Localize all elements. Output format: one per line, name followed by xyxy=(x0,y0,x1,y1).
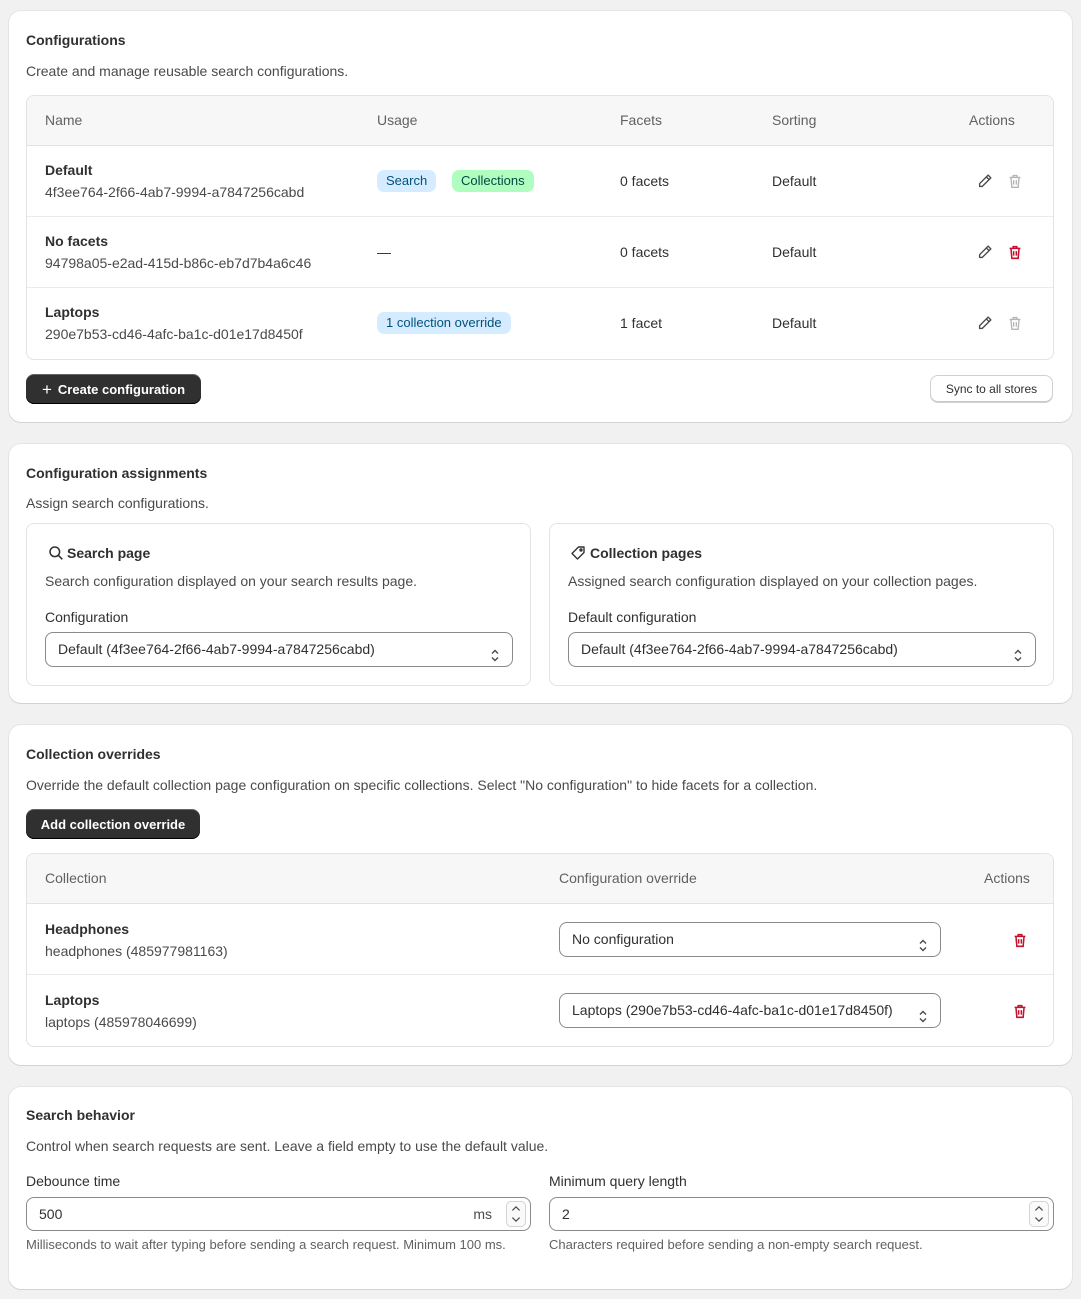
collection-handle: laptops (485978046699) xyxy=(45,1014,197,1030)
configurations-table: Name Usage Facets Sorting Actions Defaul… xyxy=(26,95,1054,360)
facets-count: 0 facets xyxy=(620,244,670,260)
column-header-usage: Usage xyxy=(377,112,418,128)
chevron-up-down-icon xyxy=(1013,642,1023,662)
edit-icon[interactable] xyxy=(976,243,994,261)
column-header-sorting: Sorting xyxy=(772,112,817,128)
collection-pages-panel: Collection pages Assigned search configu… xyxy=(549,523,1054,686)
table-header: Collection Configuration override Action… xyxy=(27,854,1053,904)
search-behavior-subtitle: Control when search requests are sent. L… xyxy=(26,1138,549,1154)
table-row: Laptops laptops (485978046699) Laptops (… xyxy=(27,975,1053,1046)
search-config-select[interactable]: Default (4f3ee764-2f66-4ab7-9994-a784725… xyxy=(45,632,513,667)
collection-name: Headphones xyxy=(45,921,130,937)
table-row: Laptops 290e7b53-cd46-4afc-ba1c-d01e17d8… xyxy=(27,288,1053,359)
search-config-value: Default (4f3ee764-2f66-4ab7-9994-a784725… xyxy=(58,641,375,657)
search-icon xyxy=(48,545,64,561)
table-header: Name Usage Facets Sorting Actions xyxy=(27,96,1053,146)
facets-count: 0 facets xyxy=(620,173,670,189)
overrides-title: Collection overrides xyxy=(26,746,161,762)
table-row: Headphones headphones (485977981163) No … xyxy=(27,904,1053,975)
number-stepper[interactable] xyxy=(1029,1201,1049,1227)
config-id: 290e7b53-cd46-4afc-ba1c-d01e17d8450f xyxy=(45,326,303,342)
sorting-value: Default xyxy=(772,244,817,260)
edit-icon[interactable] xyxy=(976,314,994,332)
search-behavior-title: Search behavior xyxy=(26,1107,135,1123)
table-row: No facets 94798a05-e2ad-415d-b86c-eb7d7b… xyxy=(27,217,1053,288)
edit-icon[interactable] xyxy=(976,172,994,190)
debounce-value: 500 xyxy=(39,1206,63,1222)
create-configuration-label: Create configuration xyxy=(57,381,186,397)
assignments-subtitle: Assign search configurations. xyxy=(26,495,209,511)
delete-icon[interactable] xyxy=(1011,931,1029,949)
assignments-card: Configuration assignments Assign search … xyxy=(9,444,1072,703)
config-name: Default xyxy=(45,162,93,178)
override-config-select[interactable]: No configuration xyxy=(559,922,941,957)
configurations-card: Configurations Create and manage reusabl… xyxy=(9,11,1072,422)
usage-badge-collections: Collections xyxy=(452,170,534,192)
column-header-configuration-override: Configuration override xyxy=(559,870,697,886)
config-id: 94798a05-e2ad-415d-b86c-eb7d7b4a6c46 xyxy=(45,255,312,271)
debounce-label: Debounce time xyxy=(26,1173,121,1189)
override-config-value: Laptops (290e7b53-cd46-4afc-ba1c-d01e17d… xyxy=(572,1002,893,1018)
override-config-select[interactable]: Laptops (290e7b53-cd46-4afc-ba1c-d01e17d… xyxy=(559,993,941,1028)
default-config-label: Default configuration xyxy=(568,609,697,625)
configurations-subtitle: Create and manage reusable search config… xyxy=(26,63,349,79)
add-collection-override-button[interactable]: Add collection override xyxy=(26,809,200,839)
create-configuration-button[interactable]: + Create configuration xyxy=(26,374,201,404)
sorting-value: Default xyxy=(772,173,817,189)
debounce-suffix: ms xyxy=(473,1206,492,1222)
sorting-value: Default xyxy=(772,315,817,331)
overrides-subtitle: Override the default collection page con… xyxy=(26,777,818,793)
usage-badge-override: 1 collection override xyxy=(377,312,511,334)
delete-icon[interactable] xyxy=(1011,1002,1029,1020)
config-id: 4f3ee764-2f66-4ab7-9994-a7847256cabd xyxy=(45,184,305,200)
column-header-actions: Actions xyxy=(969,112,1015,128)
column-header-collection: Collection xyxy=(45,870,107,886)
default-config-value: Default (4f3ee764-2f66-4ab7-9994-a784725… xyxy=(581,641,898,657)
search-page-description: Search configuration displayed on your s… xyxy=(45,573,417,589)
column-header-actions: Actions xyxy=(984,870,1030,886)
delete-icon[interactable] xyxy=(1006,243,1024,261)
search-page-title: Search page xyxy=(67,545,151,561)
number-stepper[interactable] xyxy=(506,1201,526,1227)
tag-icon xyxy=(570,545,587,561)
collection-pages-title: Collection pages xyxy=(590,545,703,561)
delete-icon xyxy=(1006,314,1024,332)
column-header-name: Name xyxy=(45,112,83,128)
facets-count: 1 facet xyxy=(620,315,663,331)
plus-icon: + xyxy=(41,379,52,399)
delete-icon xyxy=(1006,172,1024,190)
chevron-up-down-icon xyxy=(918,1003,928,1023)
config-name: Laptops xyxy=(45,304,100,320)
search-config-label: Configuration xyxy=(45,609,129,625)
config-name: No facets xyxy=(45,233,109,249)
chevron-up-down-icon xyxy=(918,932,928,952)
collection-name: Laptops xyxy=(45,992,100,1008)
collection-handle: headphones (485977981163) xyxy=(45,943,228,959)
table-row: Default 4f3ee764-2f66-4ab7-9994-a7847256… xyxy=(27,146,1053,217)
overrides-card: Collection overrides Override the defaul… xyxy=(9,725,1072,1065)
overrides-table: Collection Configuration override Action… xyxy=(26,853,1054,1047)
debounce-input[interactable]: 500 ms xyxy=(26,1197,531,1231)
column-header-facets: Facets xyxy=(620,112,663,128)
debounce-help: Milliseconds to wait after typing before… xyxy=(26,1237,506,1252)
assignments-title: Configuration assignments xyxy=(26,465,208,481)
search-behavior-card: Search behavior Control when search requ… xyxy=(9,1087,1072,1289)
default-config-select[interactable]: Default (4f3ee764-2f66-4ab7-9994-a784725… xyxy=(568,632,1036,667)
search-page-panel: Search page Search configuration display… xyxy=(26,523,531,686)
configurations-title: Configurations xyxy=(26,32,126,48)
min-query-value: 2 xyxy=(562,1206,570,1222)
usage-badge-search: Search xyxy=(377,170,437,192)
override-config-value: No configuration xyxy=(572,931,674,947)
min-query-help: Characters required before sending a non… xyxy=(549,1237,923,1252)
collection-pages-description: Assigned search configuration displayed … xyxy=(568,573,978,589)
min-query-input[interactable]: 2 xyxy=(549,1197,1054,1231)
sync-stores-button[interactable]: Sync to all stores xyxy=(930,375,1053,403)
usage-empty: — xyxy=(377,244,391,260)
chevron-up-down-icon xyxy=(490,642,500,662)
min-query-label: Minimum query length xyxy=(549,1173,687,1189)
